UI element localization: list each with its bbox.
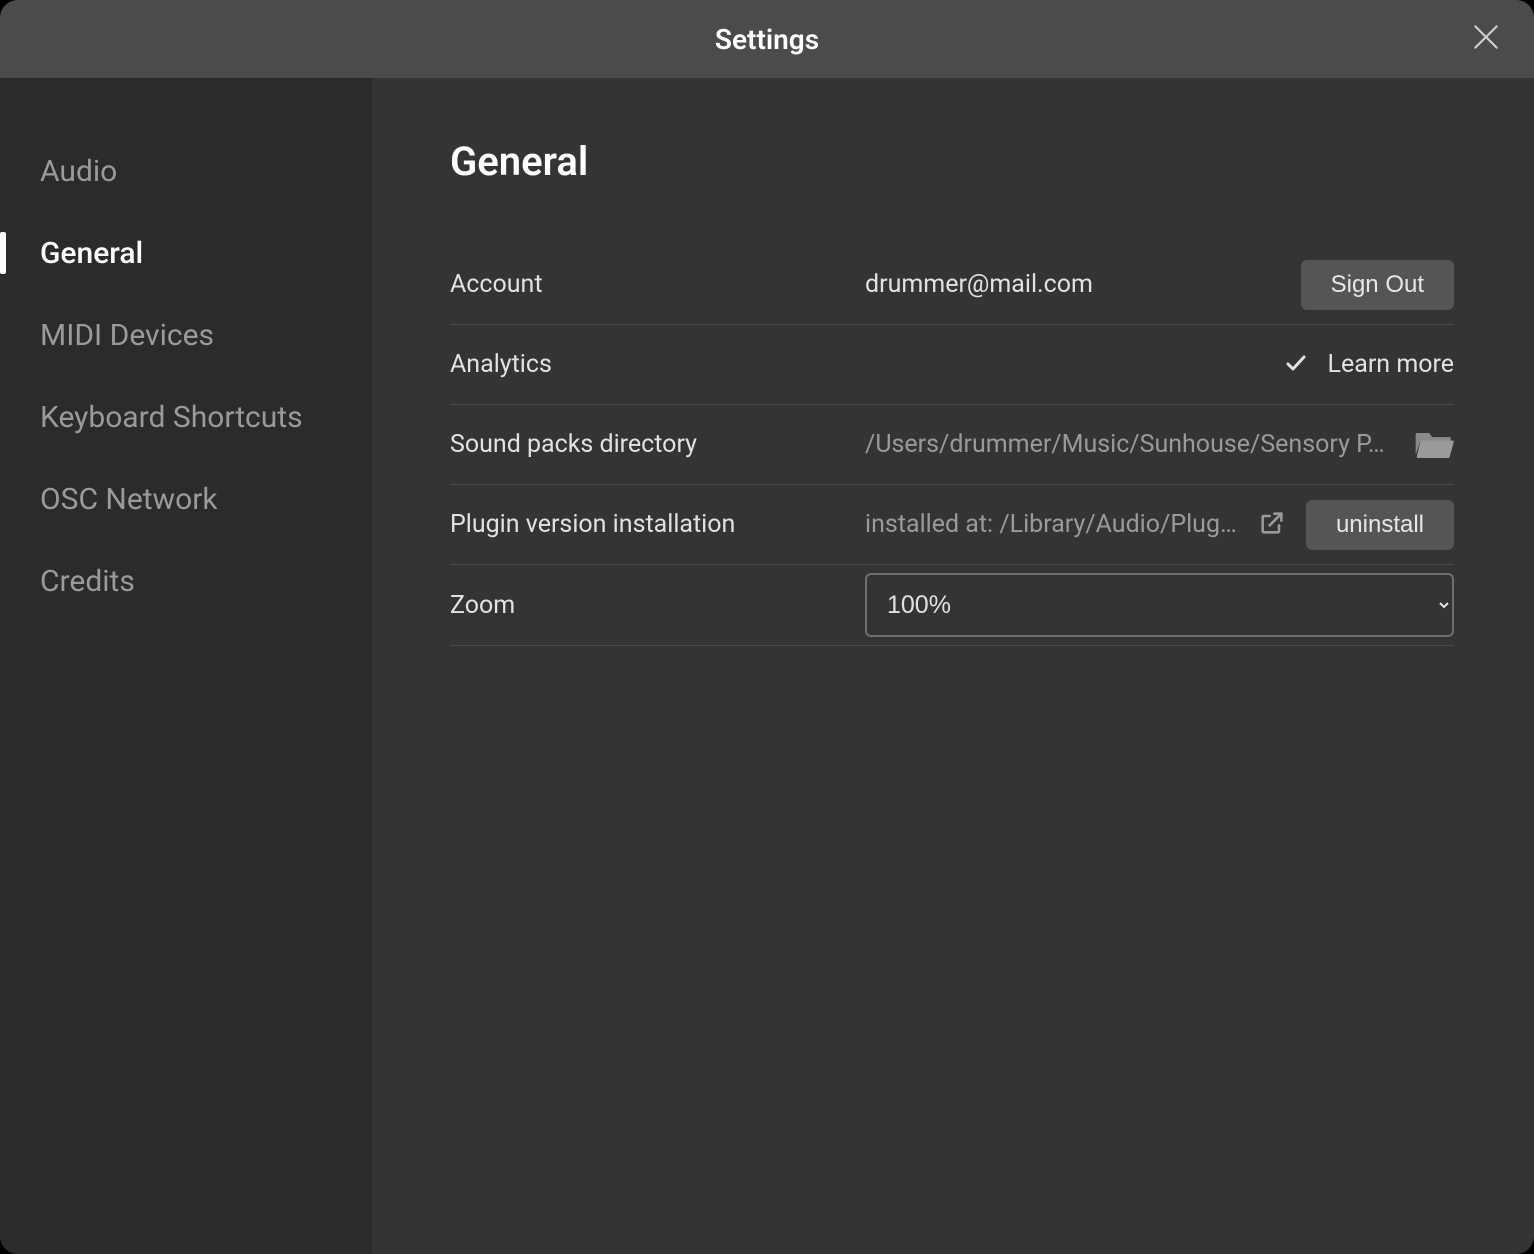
- sidebar-item-label: General: [40, 236, 143, 271]
- sidebar-item-credits[interactable]: Credits: [0, 540, 372, 622]
- sidebar-item-osc-network[interactable]: OSC Network: [0, 458, 372, 540]
- titlebar: Settings: [0, 0, 1534, 78]
- sidebar-item-midi-devices[interactable]: MIDI Devices: [0, 294, 372, 376]
- sidebar-item-keyboard-shortcuts[interactable]: Keyboard Shortcuts: [0, 376, 372, 458]
- window-body: Audio General MIDI Devices Keyboard Shor…: [0, 78, 1534, 1254]
- window-title: Settings: [715, 23, 819, 56]
- sound-packs-label: Sound packs directory: [450, 430, 845, 459]
- sidebar-item-label: MIDI Devices: [40, 318, 214, 353]
- row-account: Account drummer@mail.com Sign Out: [450, 245, 1454, 325]
- plugin-status: installed at: /Library/Audio/Plug-I…: [865, 510, 1238, 539]
- zoom-label: Zoom: [450, 591, 845, 620]
- uninstall-button[interactable]: uninstall: [1306, 500, 1454, 550]
- close-button[interactable]: [1466, 19, 1506, 59]
- sidebar-item-label: Credits: [40, 564, 135, 599]
- sidebar-item-audio[interactable]: Audio: [0, 130, 372, 212]
- analytics-label: Analytics: [450, 350, 845, 379]
- sound-packs-path: /Users/drummer/Music/Sunhouse/Sensory P…: [865, 430, 1394, 459]
- sidebar-item-label: Keyboard Shortcuts: [40, 400, 303, 435]
- check-icon[interactable]: [1284, 351, 1308, 379]
- external-link-icon[interactable]: [1258, 509, 1286, 541]
- account-label: Account: [450, 270, 845, 299]
- settings-rows: Account drummer@mail.com Sign Out Analyt…: [450, 245, 1454, 646]
- zoom-select[interactable]: 50%75%100%125%150%200%: [865, 573, 1454, 637]
- sidebar-item-label: Audio: [40, 154, 117, 189]
- settings-window: Settings Audio General MIDI Devices Keyb…: [0, 0, 1534, 1254]
- row-plugin: Plugin version installation installed at…: [450, 485, 1454, 565]
- close-icon: [1470, 21, 1502, 57]
- sign-out-button[interactable]: Sign Out: [1301, 260, 1454, 310]
- row-zoom: Zoom 50%75%100%125%150%200%: [450, 565, 1454, 646]
- sidebar-item-general[interactable]: General: [0, 212, 372, 294]
- folder-open-icon[interactable]: [1414, 426, 1454, 464]
- analytics-learn-more-link[interactable]: Learn more: [1328, 350, 1454, 379]
- plugin-label: Plugin version installation: [450, 510, 845, 539]
- account-email: drummer@mail.com: [865, 270, 1281, 299]
- main-panel: General Account drummer@mail.com Sign Ou…: [372, 78, 1534, 1254]
- row-sound-packs: Sound packs directory /Users/drummer/Mus…: [450, 405, 1454, 485]
- sidebar: Audio General MIDI Devices Keyboard Shor…: [0, 78, 372, 1254]
- row-analytics: Analytics Learn more: [450, 325, 1454, 405]
- sidebar-item-label: OSC Network: [40, 482, 218, 517]
- page-title: General: [450, 138, 1454, 185]
